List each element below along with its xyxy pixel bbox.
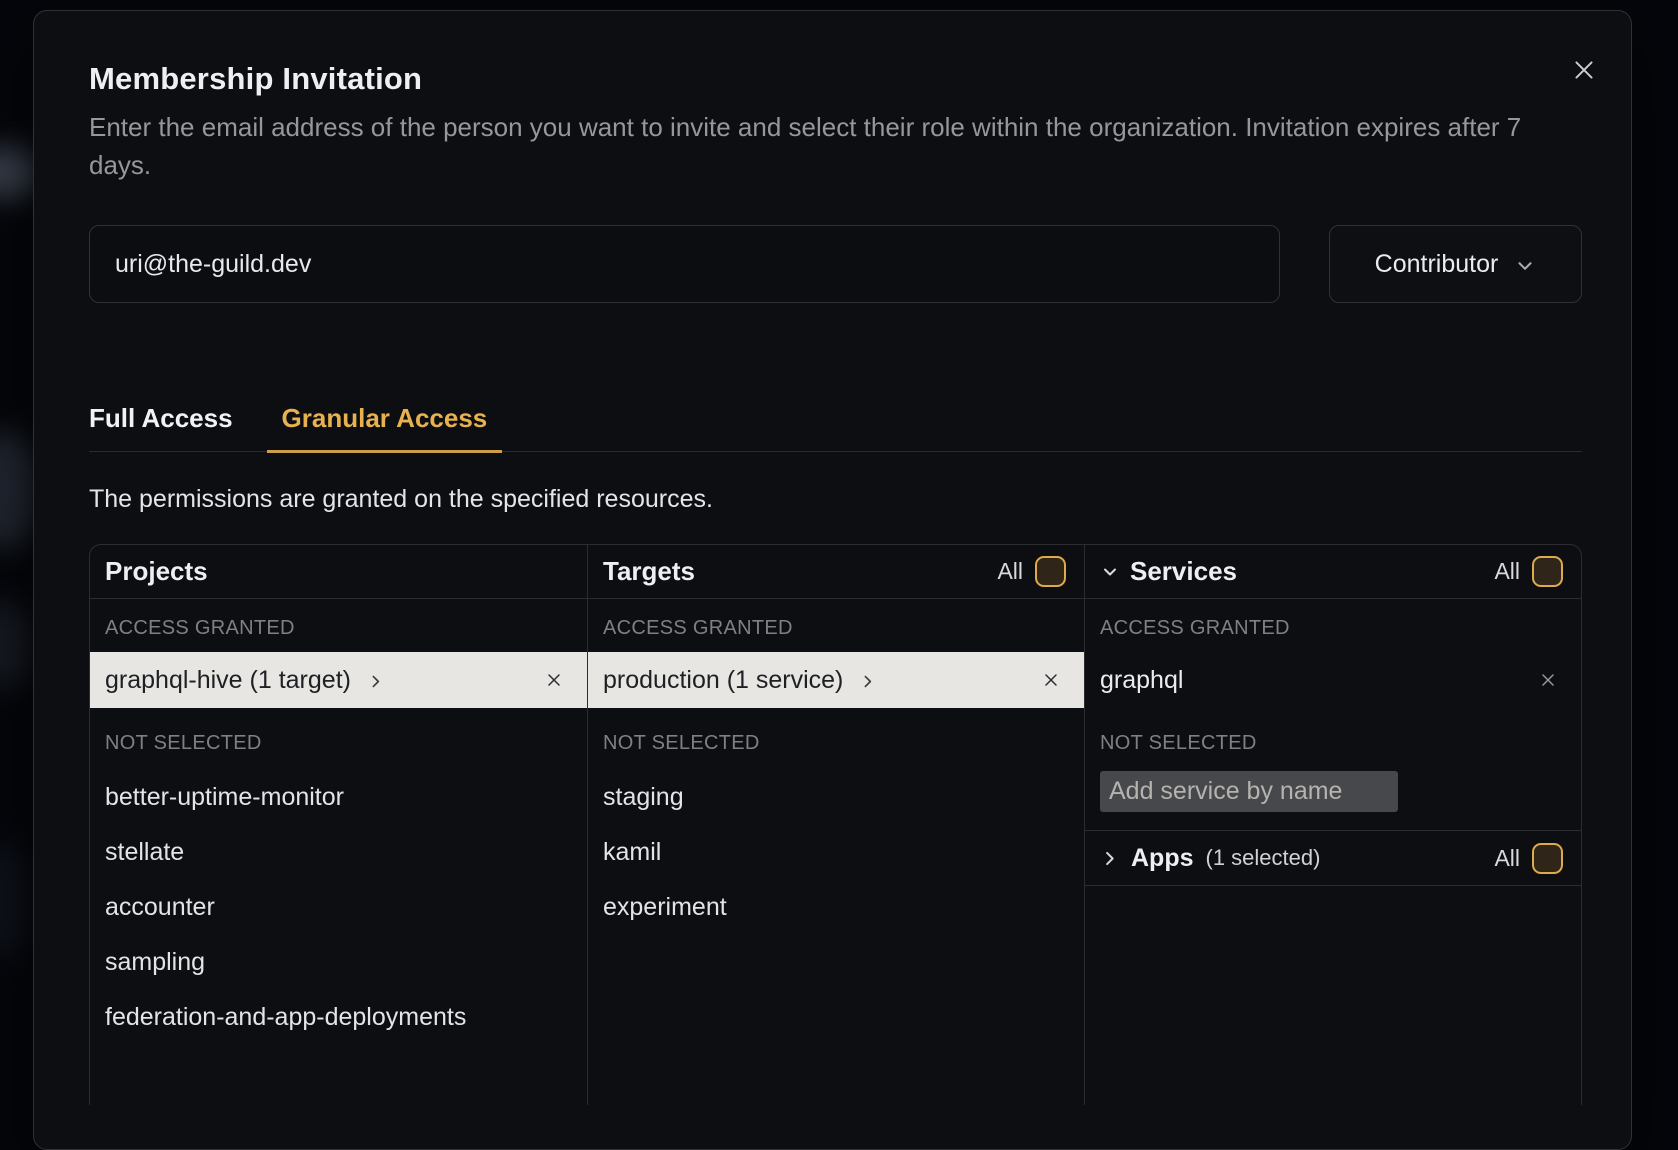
apps-all-checkbox[interactable] — [1532, 843, 1563, 874]
access-granted-label: ACCESS GRANTED — [1100, 617, 1566, 640]
list-item[interactable]: sampling — [90, 935, 587, 990]
access-granted-label: ACCESS GRANTED — [603, 617, 1069, 640]
resources-grid: Projects ACCESS GRANTED graphql-hive (1 … — [89, 544, 1582, 1105]
all-label: All — [1494, 558, 1520, 585]
dialog-description: Enter the email address of the person yo… — [89, 108, 1582, 184]
permissions-note: The permissions are granted on the speci… — [89, 485, 1582, 514]
list-item[interactable]: federation-and-app-deployments — [90, 990, 587, 1045]
email-field[interactable] — [89, 225, 1280, 303]
not-selected-label: NOT SELECTED — [603, 732, 1069, 755]
chevron-right-icon — [1100, 849, 1119, 868]
list-item[interactable]: stellate — [90, 825, 587, 880]
granted-target-row[interactable]: production (1 service) — [588, 652, 1084, 708]
access-granted-label: ACCESS GRANTED — [105, 617, 572, 640]
targets-all-checkbox[interactable] — [1035, 556, 1066, 587]
granted-project-row[interactable]: graphql-hive (1 target) — [90, 652, 587, 708]
targets-column-title: Targets — [603, 556, 695, 587]
list-item[interactable]: better-uptime-monitor — [90, 770, 587, 825]
granted-service-label: graphql — [1100, 666, 1183, 695]
apps-selected-count: (1 selected) — [1206, 845, 1321, 871]
tab-full-access[interactable]: Full Access — [89, 403, 233, 451]
not-selected-label: NOT SELECTED — [105, 732, 572, 755]
remove-project-icon[interactable] — [544, 670, 564, 690]
role-select-value: Contributor — [1375, 250, 1499, 279]
chevron-right-icon — [367, 673, 384, 690]
not-selected-label: NOT SELECTED — [1100, 732, 1566, 755]
close-icon[interactable] — [1569, 55, 1599, 85]
chevron-right-icon — [859, 673, 876, 690]
tab-granular-access[interactable]: Granular Access — [267, 403, 503, 453]
remove-target-icon[interactable] — [1041, 670, 1061, 690]
remove-service-icon[interactable] — [1538, 670, 1558, 690]
add-service-input[interactable] — [1100, 771, 1398, 812]
apps-title: Apps — [1131, 844, 1194, 873]
apps-section-row[interactable]: Apps (1 selected) All — [1085, 830, 1581, 886]
role-select[interactable]: Contributor — [1329, 225, 1582, 303]
list-item[interactable]: staging — [588, 770, 1084, 825]
list-item[interactable]: kamil — [588, 825, 1084, 880]
targets-not-selected-list: staging kamil experiment — [588, 770, 1084, 935]
all-label: All — [997, 558, 1023, 585]
access-tabs: Full Access Granular Access — [89, 403, 1582, 452]
granted-project-label: graphql-hive (1 target) — [105, 666, 351, 695]
page-title: Membership Invitation — [89, 11, 1582, 97]
services-column: Services All ACCESS GRANTED graphql NOT … — [1084, 545, 1581, 1105]
targets-column: Targets All ACCESS GRANTED production (1… — [587, 545, 1084, 1105]
services-all-checkbox[interactable] — [1532, 556, 1563, 587]
granted-service-row[interactable]: graphql — [1085, 652, 1581, 708]
chevron-down-icon[interactable] — [1100, 562, 1120, 582]
all-label: All — [1494, 845, 1520, 872]
backdrop-blur-artifact — [0, 840, 30, 960]
projects-not-selected-list: better-uptime-monitor stellate accounter… — [90, 770, 587, 1045]
chevron-down-icon — [1514, 255, 1536, 277]
projects-column-title: Projects — [105, 556, 208, 587]
backdrop-blur-artifact — [0, 600, 34, 690]
list-item[interactable]: experiment — [588, 880, 1084, 935]
services-column-title: Services — [1130, 556, 1237, 587]
projects-column: Projects ACCESS GRANTED graphql-hive (1 … — [90, 545, 587, 1105]
granted-target-label: production (1 service) — [603, 666, 843, 695]
membership-invitation-dialog: Membership Invitation Enter the email ad… — [33, 10, 1632, 1150]
list-item[interactable]: accounter — [90, 880, 587, 935]
